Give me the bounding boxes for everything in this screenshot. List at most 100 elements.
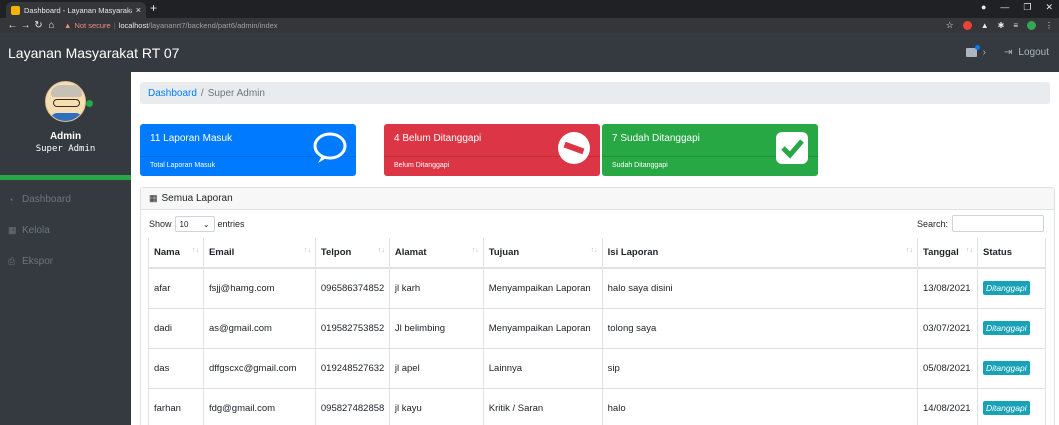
- logout-link[interactable]: Logout: [1018, 47, 1049, 58]
- table-row: dadi as@gmail.com 019582753852 Jl belimb…: [148, 307, 1047, 348]
- navbar-right: › ⇥ Logout: [965, 33, 1049, 72]
- record-icon[interactable]: ●: [981, 2, 986, 13]
- cell-status: Ditanggapi: [976, 387, 1047, 425]
- back-icon[interactable]: ←: [6, 20, 19, 31]
- cell-isi-laporan: sip: [601, 347, 918, 388]
- column-header-nama[interactable]: Nama ↑↓: [148, 238, 204, 269]
- sidebar-item-dashboard[interactable]: ◔ Dashboard: [0, 184, 131, 215]
- search-label: Search:: [916, 218, 948, 229]
- menu-icon[interactable]: ⋮: [1045, 21, 1053, 30]
- profile-icon[interactable]: [1027, 21, 1036, 30]
- cell-status: Ditanggapi: [976, 347, 1047, 388]
- new-tab-button[interactable]: +: [150, 1, 157, 15]
- notification-icon[interactable]: [965, 45, 980, 57]
- avatar: [45, 81, 86, 122]
- comment-icon: [313, 132, 347, 163]
- sidebar-item-kelola[interactable]: ▦ Kelola: [0, 215, 131, 246]
- star-icon[interactable]: ☆: [946, 20, 954, 31]
- laporan-table: Nama ↑↓ Email ↑↓ Telpon ↑↓ Alamat ↑↓ Tujuan ↑…: [148, 238, 1047, 425]
- status-badge: Ditanggapi: [982, 401, 1030, 416]
- column-header-isi-laporan[interactable]: Isi Laporan ↑↓: [601, 238, 918, 269]
- entries-value: 10: [179, 219, 189, 229]
- table-row: afar fsjj@hamg.com 096586374852 jl karh …: [148, 267, 1047, 308]
- stat-card-sudah[interactable]: 7 Sudah Ditanggapi Sudah Ditanggapi: [602, 124, 818, 176]
- puzzle-icon[interactable]: ✱: [998, 21, 1005, 30]
- extension-triangle-icon[interactable]: ▲: [981, 21, 989, 30]
- search-input[interactable]: [952, 215, 1044, 232]
- chevron-right-icon[interactable]: ›: [983, 47, 986, 58]
- logout-icon: ⇥: [1004, 47, 1013, 58]
- online-indicator: [86, 100, 93, 107]
- main-content: Dashboard / Super Admin 11 Laporan Masuk…: [131, 72, 1059, 425]
- url-path: /layananrt7/backend/part6/admin/index: [148, 21, 278, 30]
- sort-icon: ↑↓: [471, 247, 479, 254]
- home-icon[interactable]: ⌂: [45, 20, 58, 31]
- cell-tujuan: Menyampaikan Laporan: [482, 267, 603, 308]
- brand-title[interactable]: Layanan Masyarakat RT 07: [0, 45, 179, 61]
- window-controls: ● — ❐ ✕: [981, 2, 1053, 13]
- sidebar-menu: ◔ Dashboard ▦ Kelola ⎙ Ekspor: [0, 180, 131, 277]
- cell-nama: das: [148, 347, 204, 388]
- cell-tanggal: 05/08/2021: [917, 347, 978, 388]
- cell-tujuan: Lainnya: [482, 347, 603, 388]
- column-header-status[interactable]: Status: [976, 238, 1047, 269]
- column-header-alamat[interactable]: Alamat ↑↓: [388, 238, 484, 269]
- url-field[interactable]: ▲ Not secure | localhost /layananrt7/bac…: [64, 20, 278, 32]
- column-header-telpon[interactable]: Telpon ↑↓: [314, 238, 390, 269]
- sort-icon: ↑↓: [965, 247, 973, 254]
- status-badge: Ditanggapi: [982, 361, 1030, 375]
- extension-red-icon[interactable]: [962, 21, 972, 30]
- minimize-icon[interactable]: —: [1000, 2, 1009, 13]
- cell-tanggal: 13/08/2021: [917, 267, 978, 308]
- cell-nama: dadi: [148, 307, 204, 348]
- column-header-tujuan[interactable]: Tujuan ↑↓: [482, 238, 603, 269]
- sort-icon: ↑↓: [303, 247, 311, 254]
- reload-icon[interactable]: ↻: [32, 20, 45, 31]
- profile: Admin Super Admin: [0, 72, 131, 175]
- favicon-icon: [11, 5, 20, 15]
- sort-icon: ↑↓: [377, 247, 385, 254]
- breadcrumb-dashboard-link[interactable]: Dashboard: [148, 88, 197, 99]
- column-header-tanggal[interactable]: Tanggal ↑↓: [917, 238, 978, 269]
- cell-nama: farhan: [148, 387, 204, 425]
- app-navbar: Layanan Masyarakat RT 07 › ⇥ Logout: [0, 33, 1059, 72]
- entries-control: Show 10 ⌄ entries: [149, 216, 245, 232]
- cell-email: dffgscxc@gmail.com: [202, 347, 316, 388]
- restore-icon[interactable]: ❐: [1023, 2, 1031, 13]
- cell-isi-laporan: halo saya disini: [601, 267, 918, 308]
- table-icon: ▦: [149, 193, 158, 203]
- sidebar-item-label: Kelola: [22, 225, 50, 236]
- profile-name: Admin: [49, 131, 82, 142]
- browser-tab[interactable]: Dashboard - Layanan Masyarakat ×: [6, 2, 146, 18]
- close-window-icon[interactable]: ✕: [1045, 2, 1053, 13]
- profile-role: Super Admin: [35, 144, 96, 154]
- forward-icon[interactable]: →: [19, 20, 32, 31]
- sort-icon: ↑↓: [191, 247, 199, 254]
- stat-card-total[interactable]: 11 Laporan Masuk Total Laporan Masuk: [140, 124, 356, 176]
- queue-icon[interactable]: ≡: [1013, 21, 1018, 30]
- cell-alamat: jl kayu: [388, 387, 484, 425]
- column-header-email[interactable]: Email ↑↓: [202, 238, 316, 269]
- tab-title: Dashboard - Layanan Masyarakat: [24, 5, 132, 15]
- entries-select[interactable]: 10 ⌄: [174, 216, 215, 232]
- close-icon[interactable]: ×: [136, 5, 141, 15]
- breadcrumb-separator: /: [200, 87, 204, 99]
- sort-icon: ↑↓: [906, 247, 913, 254]
- not-secure-label: Not secure: [74, 21, 111, 30]
- warning-icon: ▲: [64, 21, 72, 30]
- cell-status: Ditanggapi: [976, 307, 1047, 348]
- url-separator: |: [113, 21, 116, 30]
- extension-icons: ☆ ▲ ✱ ≡ ⋮: [946, 20, 1053, 31]
- cell-telpon: 096586374852: [314, 267, 390, 308]
- table-icon: ▦: [8, 225, 17, 235]
- cell-telpon: 095827482858: [314, 387, 390, 425]
- status-badge: Ditanggapi: [982, 281, 1030, 296]
- tachometer-icon: ◔: [8, 194, 14, 205]
- sidebar-item-ekspor[interactable]: ⎙ Ekspor: [0, 246, 131, 277]
- breadcrumb: Dashboard / Super Admin: [140, 82, 1050, 104]
- sidebar: Admin Super Admin ◔ Dashboard ▦ Kelola ⎙…: [0, 72, 131, 425]
- show-label: Show: [149, 219, 172, 229]
- status-badge: Ditanggapi: [982, 321, 1030, 335]
- cell-email: as@gmail.com: [202, 307, 316, 348]
- stat-card-belum[interactable]: 4 Belum Ditanggapi Belum Ditanggapi: [384, 124, 600, 176]
